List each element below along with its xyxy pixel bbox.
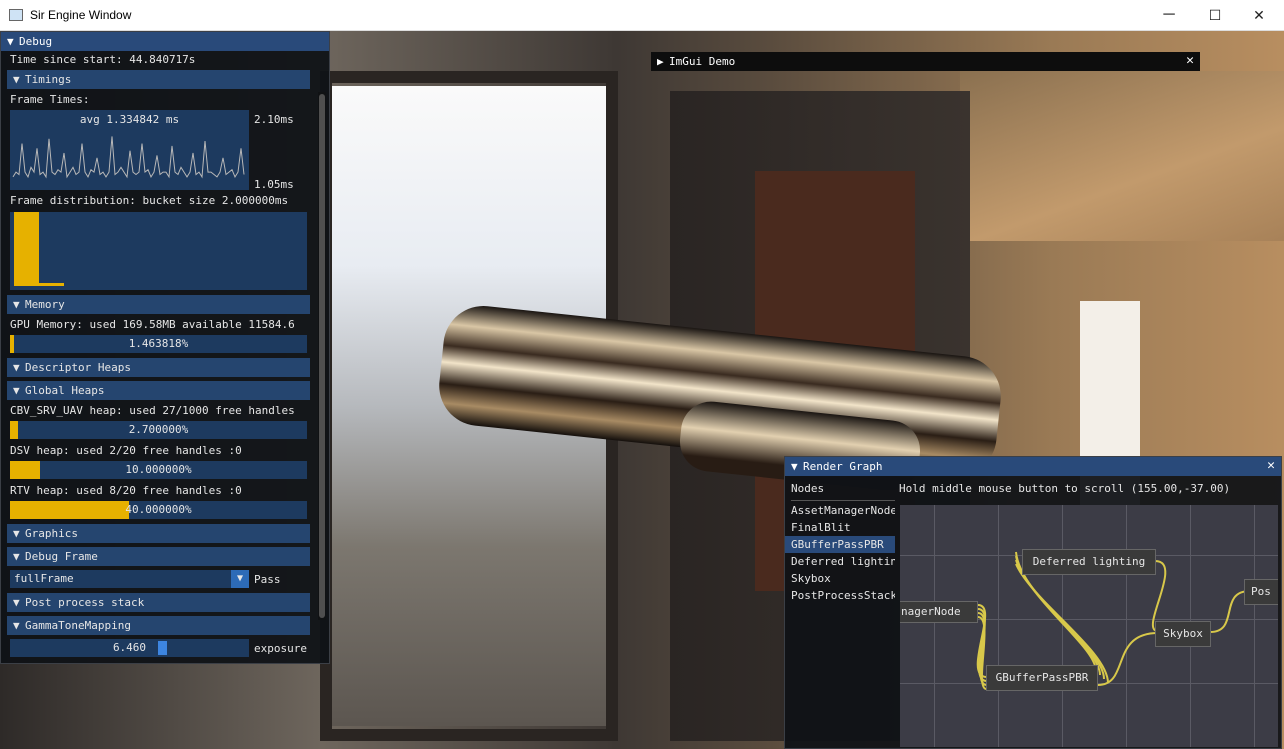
post-process-header[interactable]: ▼ Post process stack [7,593,310,612]
descriptor-heaps-header[interactable]: ▼ Descriptor Heaps [7,358,310,377]
graph-node-asset[interactable]: nagerNode [900,601,978,623]
gpu-memory-percent: 1.463818% [128,337,189,350]
collapse-arrow-icon: ▼ [13,73,20,86]
rtv-heap-label: RTV heap: used 8/20 free handles :0 [10,484,242,497]
render-graph-titlebar[interactable]: ▼ Render Graph [785,457,1281,476]
collapse-arrow-icon: ▼ [13,298,20,311]
frame-times-plot[interactable]: avg 1.334842 ms [10,110,249,190]
graph-node-post[interactable]: Pos [1244,579,1278,605]
pass-combo[interactable]: fullFrame ▼ [10,570,249,588]
scene-ceiling [960,71,1284,241]
dsv-heap-percent: 10.000000% [125,463,192,476]
rtv-heap-bar: 40.000000% [10,501,307,519]
rtv-heap-percent: 40.000000% [125,503,192,516]
graphics-header[interactable]: ▼ Graphics [7,524,310,543]
close-icon[interactable]: ✕ [1267,458,1275,473]
node-list-item[interactable]: Deferred lighting [785,553,895,570]
node-list-item[interactable]: GBufferPassPBR [785,536,895,553]
timings-header[interactable]: ▼ Timings [7,70,310,89]
debug-window[interactable]: ▼ Debug Time since start: 44.840717s ▼ Tim… [0,31,330,664]
debug-scrollbar[interactable] [318,92,326,620]
chevron-down-icon[interactable]: ▼ [231,570,249,588]
collapse-arrow-icon: ▼ [13,596,20,609]
collapse-arrow-icon: ▼ [13,527,20,540]
nodes-header: Nodes [791,482,825,495]
imgui-demo-titlebar[interactable]: ▶ ImGui Demo [651,52,1200,71]
collapse-arrow-icon: ▼ [13,361,20,374]
distribution-bar [14,212,39,286]
node-list: AssetManagerNode FinalBlit GBufferPassPBR D… [785,502,895,604]
app-icon [9,9,23,21]
time-since-start: Time since start: 44.840717s [10,53,196,66]
dsv-heap-label: DSV heap: used 2/20 free handles :0 [10,444,242,457]
gamma-tonemapping-header[interactable]: ▼ GammaToneMapping [7,616,310,635]
link-gbuffer-deferred-3 [1015,559,1105,680]
node-list-item[interactable]: PostProcessStack [785,587,895,604]
debug-frame-header[interactable]: ▼ Debug Frame [7,547,310,566]
exposure-label: exposure [254,642,307,655]
frame-times-label: Frame Times: [10,93,90,106]
gpu-memory-bar: 1.463818% [10,335,307,353]
memory-header[interactable]: ▼ Memory [7,295,310,314]
window-title: Sir Engine Window [30,8,132,22]
node-canvas[interactable]: nagerNode GBufferPassPBR Deferred lighti… [900,505,1278,747]
collapse-arrow-icon: ▼ [13,384,20,397]
window-titlebar: Sir Engine Window ─ ☐ ✕ [0,0,1284,31]
frame-times-max: 2.10ms [254,113,294,126]
cbv-heap-label: CBV_SRV_UAV heap: used 27/1000 free hand… [10,404,295,417]
scrollbar-thumb[interactable] [319,94,325,618]
frame-times-line [12,136,245,179]
cbv-heap-bar: 2.700000% [10,421,307,439]
distribution-bar [39,283,64,286]
imgui-demo-window[interactable]: ▶ ImGui Demo ✕ [651,52,1200,71]
cbv-heap-percent: 2.700000% [128,423,189,436]
dsv-heap-bar: 10.000000% [10,461,307,479]
graph-node-gbuffer[interactable]: GBufferPassPBR [986,665,1098,691]
exposure-slider[interactable]: 6.460 [10,639,249,657]
node-list-item[interactable]: FinalBlit [785,519,895,536]
pass-combo-value: fullFrame [14,572,74,585]
pass-label: Pass [254,573,281,586]
frame-times-min: 1.05ms [254,178,294,191]
maximize-button[interactable]: ☐ [1192,0,1238,30]
close-icon[interactable]: ✕ [1186,53,1194,68]
expand-arrow-icon[interactable]: ▶ [657,52,669,71]
node-list-item[interactable]: Skybox [785,570,895,587]
gpu-memory-label: GPU Memory: used 169.58MB available 1158… [10,318,295,331]
graph-node-deferred[interactable]: Deferred lighting [1022,549,1156,575]
graph-node-skybox[interactable]: Skybox [1155,621,1211,647]
collapse-arrow-icon: ▼ [13,550,20,563]
collapse-arrow-icon[interactable]: ▼ [791,457,803,476]
global-heaps-header[interactable]: ▼ Global Heaps [7,381,310,400]
nodes-divider [791,500,895,501]
exposure-value: 6.460 [112,641,147,654]
minimize-button[interactable]: ─ [1146,0,1192,30]
links-svg [976,551,1251,690]
scroll-hint: Hold middle mouse button to scroll (155.… [899,482,1231,495]
debug-titlebar[interactable]: ▼ Debug [1,32,329,51]
close-window-button[interactable]: ✕ [1236,0,1282,30]
node-list-item[interactable]: AssetManagerNode [785,502,895,519]
slider-grab[interactable] [158,641,167,655]
frame-times-avg: avg 1.334842 ms [79,113,180,126]
frame-distribution-plot[interactable] [10,212,307,290]
render-graph-window[interactable]: ▼ Render Graph ✕ Nodes AssetManagerNode Fi… [784,456,1282,749]
collapse-arrow-icon: ▼ [13,619,20,632]
collapse-arrow-icon[interactable]: ▼ [7,32,19,51]
distribution-label: Frame distribution: bucket size 2.000000… [10,194,289,207]
